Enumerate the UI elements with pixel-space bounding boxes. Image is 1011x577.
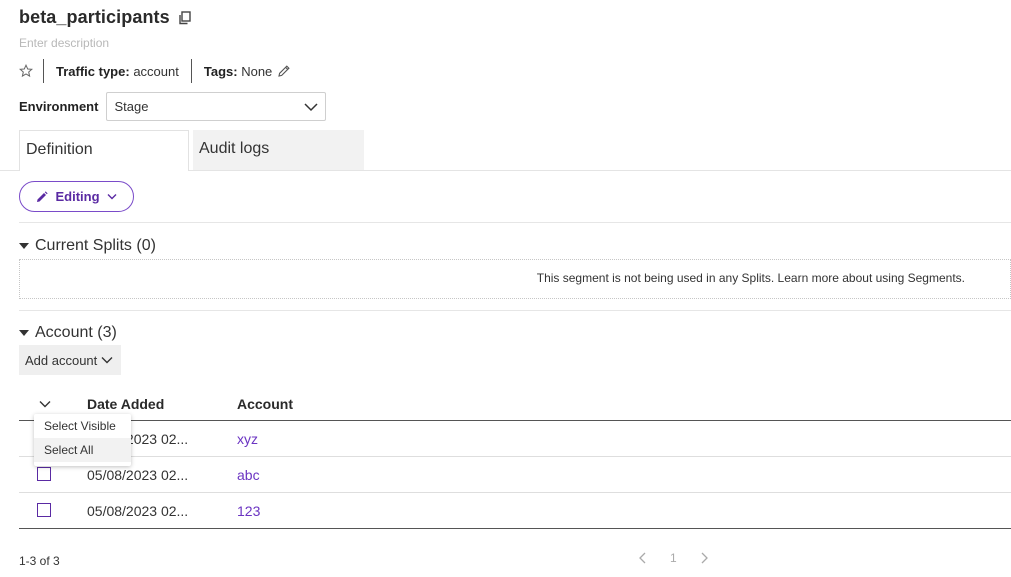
- environment-select[interactable]: Stage: [106, 92, 327, 121]
- table-row: 05/08/2023 02... 123: [19, 493, 1011, 529]
- chevron-down-icon: [304, 102, 318, 111]
- title-row: beta_participants: [19, 7, 192, 28]
- traffic-type: Traffic type: account: [56, 64, 179, 79]
- copy-icon[interactable]: [178, 10, 192, 25]
- current-splits-title: Current Splits (0): [35, 237, 156, 254]
- meta-row: Traffic type: account Tags: None: [19, 59, 303, 83]
- splits-empty-message[interactable]: This segment is not being used in any Sp…: [537, 271, 965, 285]
- star-icon[interactable]: [19, 64, 33, 78]
- splits-empty-state: This segment is not being used in any Sp…: [19, 259, 1011, 299]
- current-splits-toggle[interactable]: Current Splits (0): [19, 237, 156, 255]
- row-account-link[interactable]: xyz: [237, 431, 258, 447]
- tab-definition[interactable]: Definition: [19, 130, 189, 171]
- table-row: 05/08/2023 02... abc: [19, 457, 1011, 493]
- editing-button[interactable]: Editing: [19, 181, 134, 212]
- chevron-down-icon: [101, 357, 113, 364]
- tab-audit-logs[interactable]: Audit logs: [193, 130, 364, 170]
- table-header: Date Added Account: [19, 391, 1011, 421]
- row-account-link[interactable]: abc: [237, 467, 260, 483]
- row-account-link[interactable]: 123: [237, 503, 260, 519]
- tags: Tags: None: [204, 64, 291, 79]
- description-field[interactable]: Enter description: [19, 36, 109, 50]
- active-tab-gap: [20, 170, 188, 171]
- pagination: 1: [638, 551, 709, 565]
- environment-row: Environment Stage: [19, 92, 327, 121]
- environment-selected: Stage: [114, 99, 149, 114]
- row-checkbox[interactable]: [37, 467, 51, 481]
- environment-label: Environment: [19, 99, 99, 114]
- row-checkbox[interactable]: [37, 503, 51, 517]
- chevron-down-icon: [107, 194, 117, 200]
- divider: [19, 310, 1011, 311]
- row-date: 05/08/2023 02...: [87, 503, 189, 519]
- pencil-icon: [37, 190, 49, 202]
- chevron-left-icon[interactable]: [638, 552, 648, 564]
- caret-down-icon: [19, 330, 29, 336]
- tags-value: None: [241, 63, 273, 79]
- add-account-label: Add account: [25, 352, 98, 368]
- chevron-right-icon[interactable]: [699, 552, 709, 564]
- caret-down-icon: [19, 243, 29, 249]
- account-section-toggle[interactable]: Account (3): [19, 324, 117, 342]
- table-row: 05/08/2023 02... xyz: [19, 421, 1011, 457]
- row-date: 05/08/2023 02...: [87, 467, 189, 483]
- select-menu-chevron-icon[interactable]: [38, 397, 52, 411]
- traffic-type-label: Traffic type:: [56, 63, 130, 79]
- menu-item-select-all[interactable]: Select All: [34, 438, 131, 462]
- divider: [19, 222, 1011, 223]
- pencil-icon[interactable]: [277, 64, 291, 78]
- menu-item-select-visible[interactable]: Select Visible: [34, 414, 131, 438]
- pagination-count: 1-3 of 3: [19, 554, 60, 568]
- column-date-added[interactable]: Date Added: [87, 396, 164, 412]
- divider: [190, 59, 192, 83]
- select-menu: Select Visible Select All: [34, 414, 131, 466]
- account-section-title: Account (3): [35, 324, 117, 341]
- tags-label: Tags:: [203, 63, 238, 79]
- column-account[interactable]: Account: [237, 396, 293, 412]
- divider: [43, 59, 44, 83]
- add-account-button[interactable]: Add account: [19, 345, 121, 375]
- editing-label: Editing: [55, 189, 100, 204]
- tab-bar: Definition Audit logs: [19, 130, 364, 171]
- page-title: beta_participants: [19, 7, 170, 27]
- page-number[interactable]: 1: [670, 551, 677, 565]
- traffic-type-value: account: [133, 63, 179, 79]
